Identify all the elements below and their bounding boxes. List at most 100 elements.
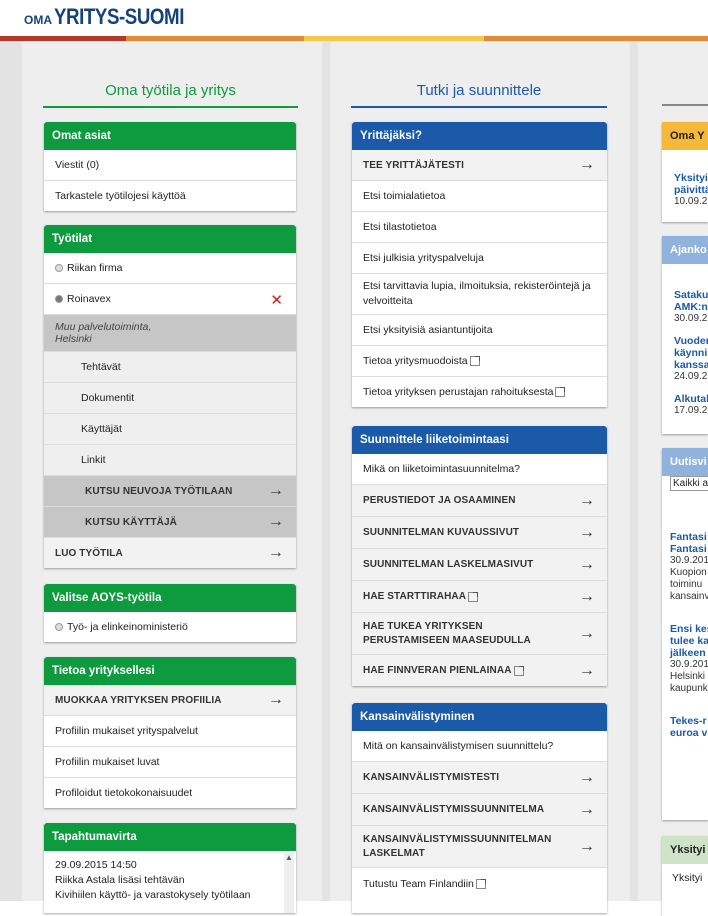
yrittajaksi-header: Yrittäjäksi?	[352, 122, 607, 150]
oma-y-content[interactable]: Yksityis päivittä 10.09.2	[662, 150, 708, 208]
ajanko-box: Ajanko Satakun AMK:n 30.09.2 Vuoder käyn…	[662, 236, 708, 434]
permits-link[interactable]: Etsi tarvittavia lupia, ilmoituksia, rek…	[352, 274, 607, 315]
link-label: Profiilin mukaiset yrityspalvelut	[55, 725, 198, 737]
news-filter-select[interactable]: Kaikki a	[670, 476, 708, 491]
edit-profile-button[interactable]: MUOKKAA YRITYKSEN PROFIILIA →	[44, 685, 296, 716]
aoys-item[interactable]: Työ- ja elinkeinoministeriö	[44, 612, 296, 642]
create-workspace-button[interactable]: LUO TYÖTILA →	[44, 538, 296, 568]
news-title: Fantasi	[670, 543, 707, 555]
intl-plan-button[interactable]: KANSAINVÄLISTYMISSUUNNITELMA →	[352, 794, 607, 826]
external-link-icon	[468, 591, 479, 602]
workspace-item-riikan-firma[interactable]: Riikan firma	[44, 253, 296, 284]
arrow-right-icon: →	[578, 587, 595, 605]
uutisvirta-header: Uutisvi	[662, 448, 708, 476]
site-logo[interactable]: OMA YRITYS-SUOMI	[24, 4, 207, 30]
button-label: HAE TUKEA YRITYKSEN PERUSTAMISEEN MAASEU…	[363, 620, 531, 646]
external-link-icon	[513, 665, 524, 676]
business-plan-link[interactable]: Mikä on liiketoimintasuunnitelma?	[352, 454, 607, 485]
event-line1: Riikka Astala lisäsi tehtävän	[55, 874, 185, 886]
yrittajaksi-box: Yrittäjäksi? TEE YRITTÄJÄTESTI → Etsi toi…	[352, 122, 607, 407]
profile-permits-link[interactable]: Profiilin mukaiset luvat	[44, 747, 296, 778]
radio-selected-icon[interactable]	[55, 295, 63, 303]
link-label: Mitä on kansainvälistymisen suunnittelu?	[363, 740, 554, 752]
finnvera-loan-button[interactable]: HAE FINNVERAN PIENLAINAA →	[352, 655, 607, 686]
workspace-desc-line2: Helsinki	[55, 333, 92, 345]
ajanko-header: Ajanko	[662, 236, 708, 264]
event-feed[interactable]: 29.09.2015 14:50 Riikka Astala lisäsi te…	[44, 851, 296, 910]
arrow-right-icon: →	[267, 513, 284, 530]
workspace-usage-label: Tarkastele työtilojesi käyttöä	[55, 190, 186, 202]
button-label: HAE STARTTIRAHAA	[363, 591, 467, 602]
link-label: Etsi julkisia yrityspalveluja	[363, 252, 484, 264]
sub-label: Linkit	[81, 454, 106, 466]
invite-user-label: KUTSU KÄYTTÄJÄ	[85, 516, 177, 528]
statistics-link[interactable]: Etsi tilastotietoa	[352, 212, 607, 243]
basic-info-button[interactable]: PERUSTIEDOT JA OSAAMINEN →	[352, 485, 607, 517]
arrow-right-icon: →	[267, 482, 284, 499]
remove-icon[interactable]: ✕	[270, 291, 283, 309]
plan-description-button[interactable]: SUUNNITELMAN KUVAUSSIVUT →	[352, 517, 607, 549]
ajanko-content[interactable]: Satakun AMK:n 30.09.2 Vuoder käynnis kan…	[662, 264, 708, 417]
button-label: KANSAINVÄLISTYMISSUUNNITELMA	[363, 804, 545, 815]
aoys-label: Työ- ja elinkeinoministeriö	[67, 621, 188, 633]
start-grant-button[interactable]: HAE STARTTIRAHAA →	[352, 581, 607, 613]
column-3-title-underline	[662, 104, 708, 106]
scroll-up-icon[interactable]: ▲	[284, 853, 294, 862]
entrepreneur-test-button[interactable]: TEE YRITTÄJÄTESTI →	[352, 150, 607, 181]
team-finland-link[interactable]: Tutustu Team Finlandiin	[352, 868, 607, 899]
rural-support-button[interactable]: HAE TUKEA YRITYKSEN PERUSTAMISEEN MAASEU…	[352, 613, 607, 655]
arrow-right-icon: →	[578, 768, 595, 786]
sub-label: Tehtävät	[81, 361, 121, 373]
tyotilat-header: Työtilat	[44, 225, 296, 253]
column-2-title-text: Tutki ja suunnittele	[416, 82, 542, 99]
workspace-sub-links[interactable]: Linkit	[44, 445, 296, 476]
ajanko-link: käynnis	[674, 347, 708, 359]
ajanko-date: 17.09.2	[674, 405, 708, 416]
plan-calculations-button[interactable]: SUUNNITELMAN LASKELMASIVUT →	[352, 549, 607, 581]
public-services-link[interactable]: Etsi julkisia yrityspalveluja	[352, 243, 607, 274]
event-time: 29.09.2015 14:50	[55, 859, 137, 871]
workspace-sub-users[interactable]: Käyttäjät	[44, 414, 296, 445]
news-title: tulee ka	[670, 635, 708, 647]
experts-link[interactable]: Etsi yksityisiä asiantuntijoita	[352, 315, 607, 346]
news-list[interactable]: Fantasi Fantasi 30.9.201 Kuopion toiminu…	[662, 476, 708, 739]
button-label: SUUNNITELMAN LASKELMASIVUT	[363, 559, 534, 570]
arrow-right-icon: →	[578, 624, 595, 642]
intl-planning-link[interactable]: Mitä on kansainvälistymisen suunnittelu?	[352, 731, 607, 762]
intl-test-button[interactable]: KANSAINVÄLISTYMISTESTI →	[352, 762, 607, 794]
news-title: Tekes-r	[670, 715, 707, 727]
workspace-usage-link[interactable]: Tarkastele työtilojesi käyttöä	[44, 181, 296, 211]
test-label: TEE YRITTÄJÄTESTI	[363, 159, 464, 171]
edit-profile-label: MUOKKAA YRITYKSEN PROFIILIA	[55, 694, 222, 706]
radio-icon[interactable]	[55, 623, 63, 631]
workspace-desc-line1: Muu palvelutoiminta,	[55, 321, 152, 333]
company-forms-link[interactable]: Tietoa yritysmuodoista	[352, 346, 607, 377]
logo-prefix: OMA	[24, 13, 52, 27]
button-label: HAE FINNVERAN PIENLAINAA	[363, 665, 512, 676]
workspace-sub-documents[interactable]: Dokumentit	[44, 383, 296, 414]
invite-advisor-button[interactable]: KUTSU NEUVOJA TYÖTILAAN →	[44, 476, 296, 507]
messages-link[interactable]: Viestit (0)	[44, 150, 296, 181]
workspace-description: Muu palvelutoiminta, Helsinki	[44, 315, 296, 352]
profile-services-link[interactable]: Profiilin mukaiset yrityspalvelut	[44, 716, 296, 747]
profile-info-link[interactable]: Profiloidut tietokokonaisuudet	[44, 778, 296, 808]
invite-user-button[interactable]: KUTSU KÄYTTÄJÄ →	[44, 507, 296, 538]
radio-icon[interactable]	[55, 264, 63, 272]
intl-calculations-button[interactable]: KANSAINVÄLISTYMISSUUNNITELMAN LASKELMAT →	[352, 826, 607, 868]
link-label: Tutustu Team Finlandiin	[363, 877, 474, 890]
messages-label: Viestit (0)	[55, 159, 100, 171]
yksityi-header: Yksityi	[662, 836, 708, 864]
industry-info-link[interactable]: Etsi toimialatietoa	[352, 181, 607, 212]
feed-scrollbar[interactable]: ▲	[284, 853, 294, 913]
founder-funding-link[interactable]: Tietoa yrityksen perustajan rahoituksest…	[352, 377, 607, 407]
yksityi-item[interactable]: Yksityi	[662, 864, 708, 884]
column-1-title-text: Oma työtila ja yritys	[105, 82, 236, 99]
workspace-label: Roinavex	[67, 293, 111, 305]
news-title: euroa v	[670, 727, 708, 739]
arrow-right-icon: →	[578, 661, 595, 679]
workspace-item-roinavex[interactable]: Roinavex ✕	[44, 284, 296, 315]
sub-label: Dokumentit	[81, 392, 135, 404]
news-title: Ensi kes	[670, 623, 708, 635]
workspace-sub-tasks[interactable]: Tehtävät	[44, 352, 296, 383]
link-label: Etsi tilastotietoa	[363, 221, 437, 233]
